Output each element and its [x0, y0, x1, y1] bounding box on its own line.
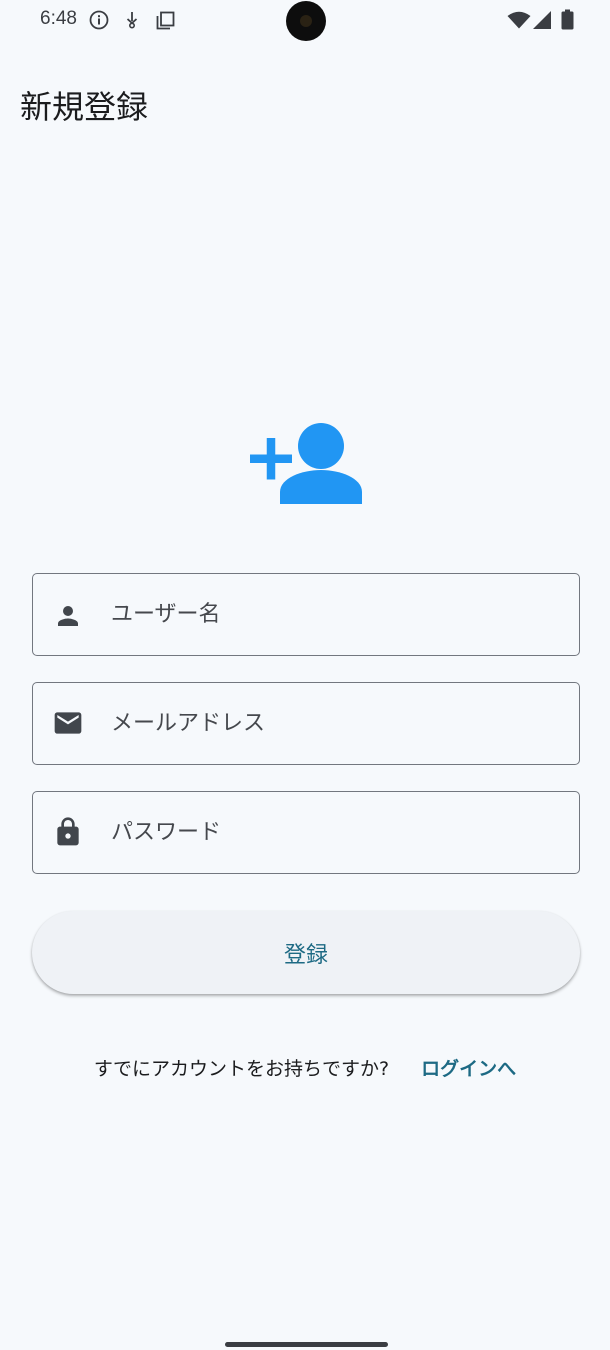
mail-icon [54, 712, 82, 734]
person-icon [58, 606, 78, 626]
password-input[interactable] [111, 792, 561, 872]
page-title: 新規登録 [20, 88, 149, 126]
lock-icon [57, 817, 79, 846]
add-user-icon [250, 423, 362, 504]
email-input[interactable] [111, 683, 561, 763]
front-camera [286, 1, 326, 41]
info-icon [89, 10, 109, 30]
username-field[interactable] [32, 573, 580, 656]
battery-icon [561, 9, 574, 30]
copy-icon [156, 11, 175, 30]
wifi-icon [507, 11, 531, 29]
signal-icon [533, 11, 551, 29]
password-field[interactable] [32, 791, 580, 874]
usb-debug-icon [126, 12, 138, 29]
login-prompt: すでにアカウントをお持ちですか? ログインへ [0, 1054, 610, 1081]
login-question-text: すでにアカウントをお持ちですか? [93, 1058, 390, 1080]
status-time: 6:48 [40, 8, 77, 29]
home-indicator[interactable] [225, 1342, 388, 1347]
status-bar: 6:48 [0, 0, 610, 41]
email-field[interactable] [32, 682, 580, 765]
login-link[interactable]: ログインへ [421, 1058, 516, 1080]
username-input[interactable] [111, 574, 561, 654]
register-button[interactable]: 登録 [32, 911, 580, 994]
